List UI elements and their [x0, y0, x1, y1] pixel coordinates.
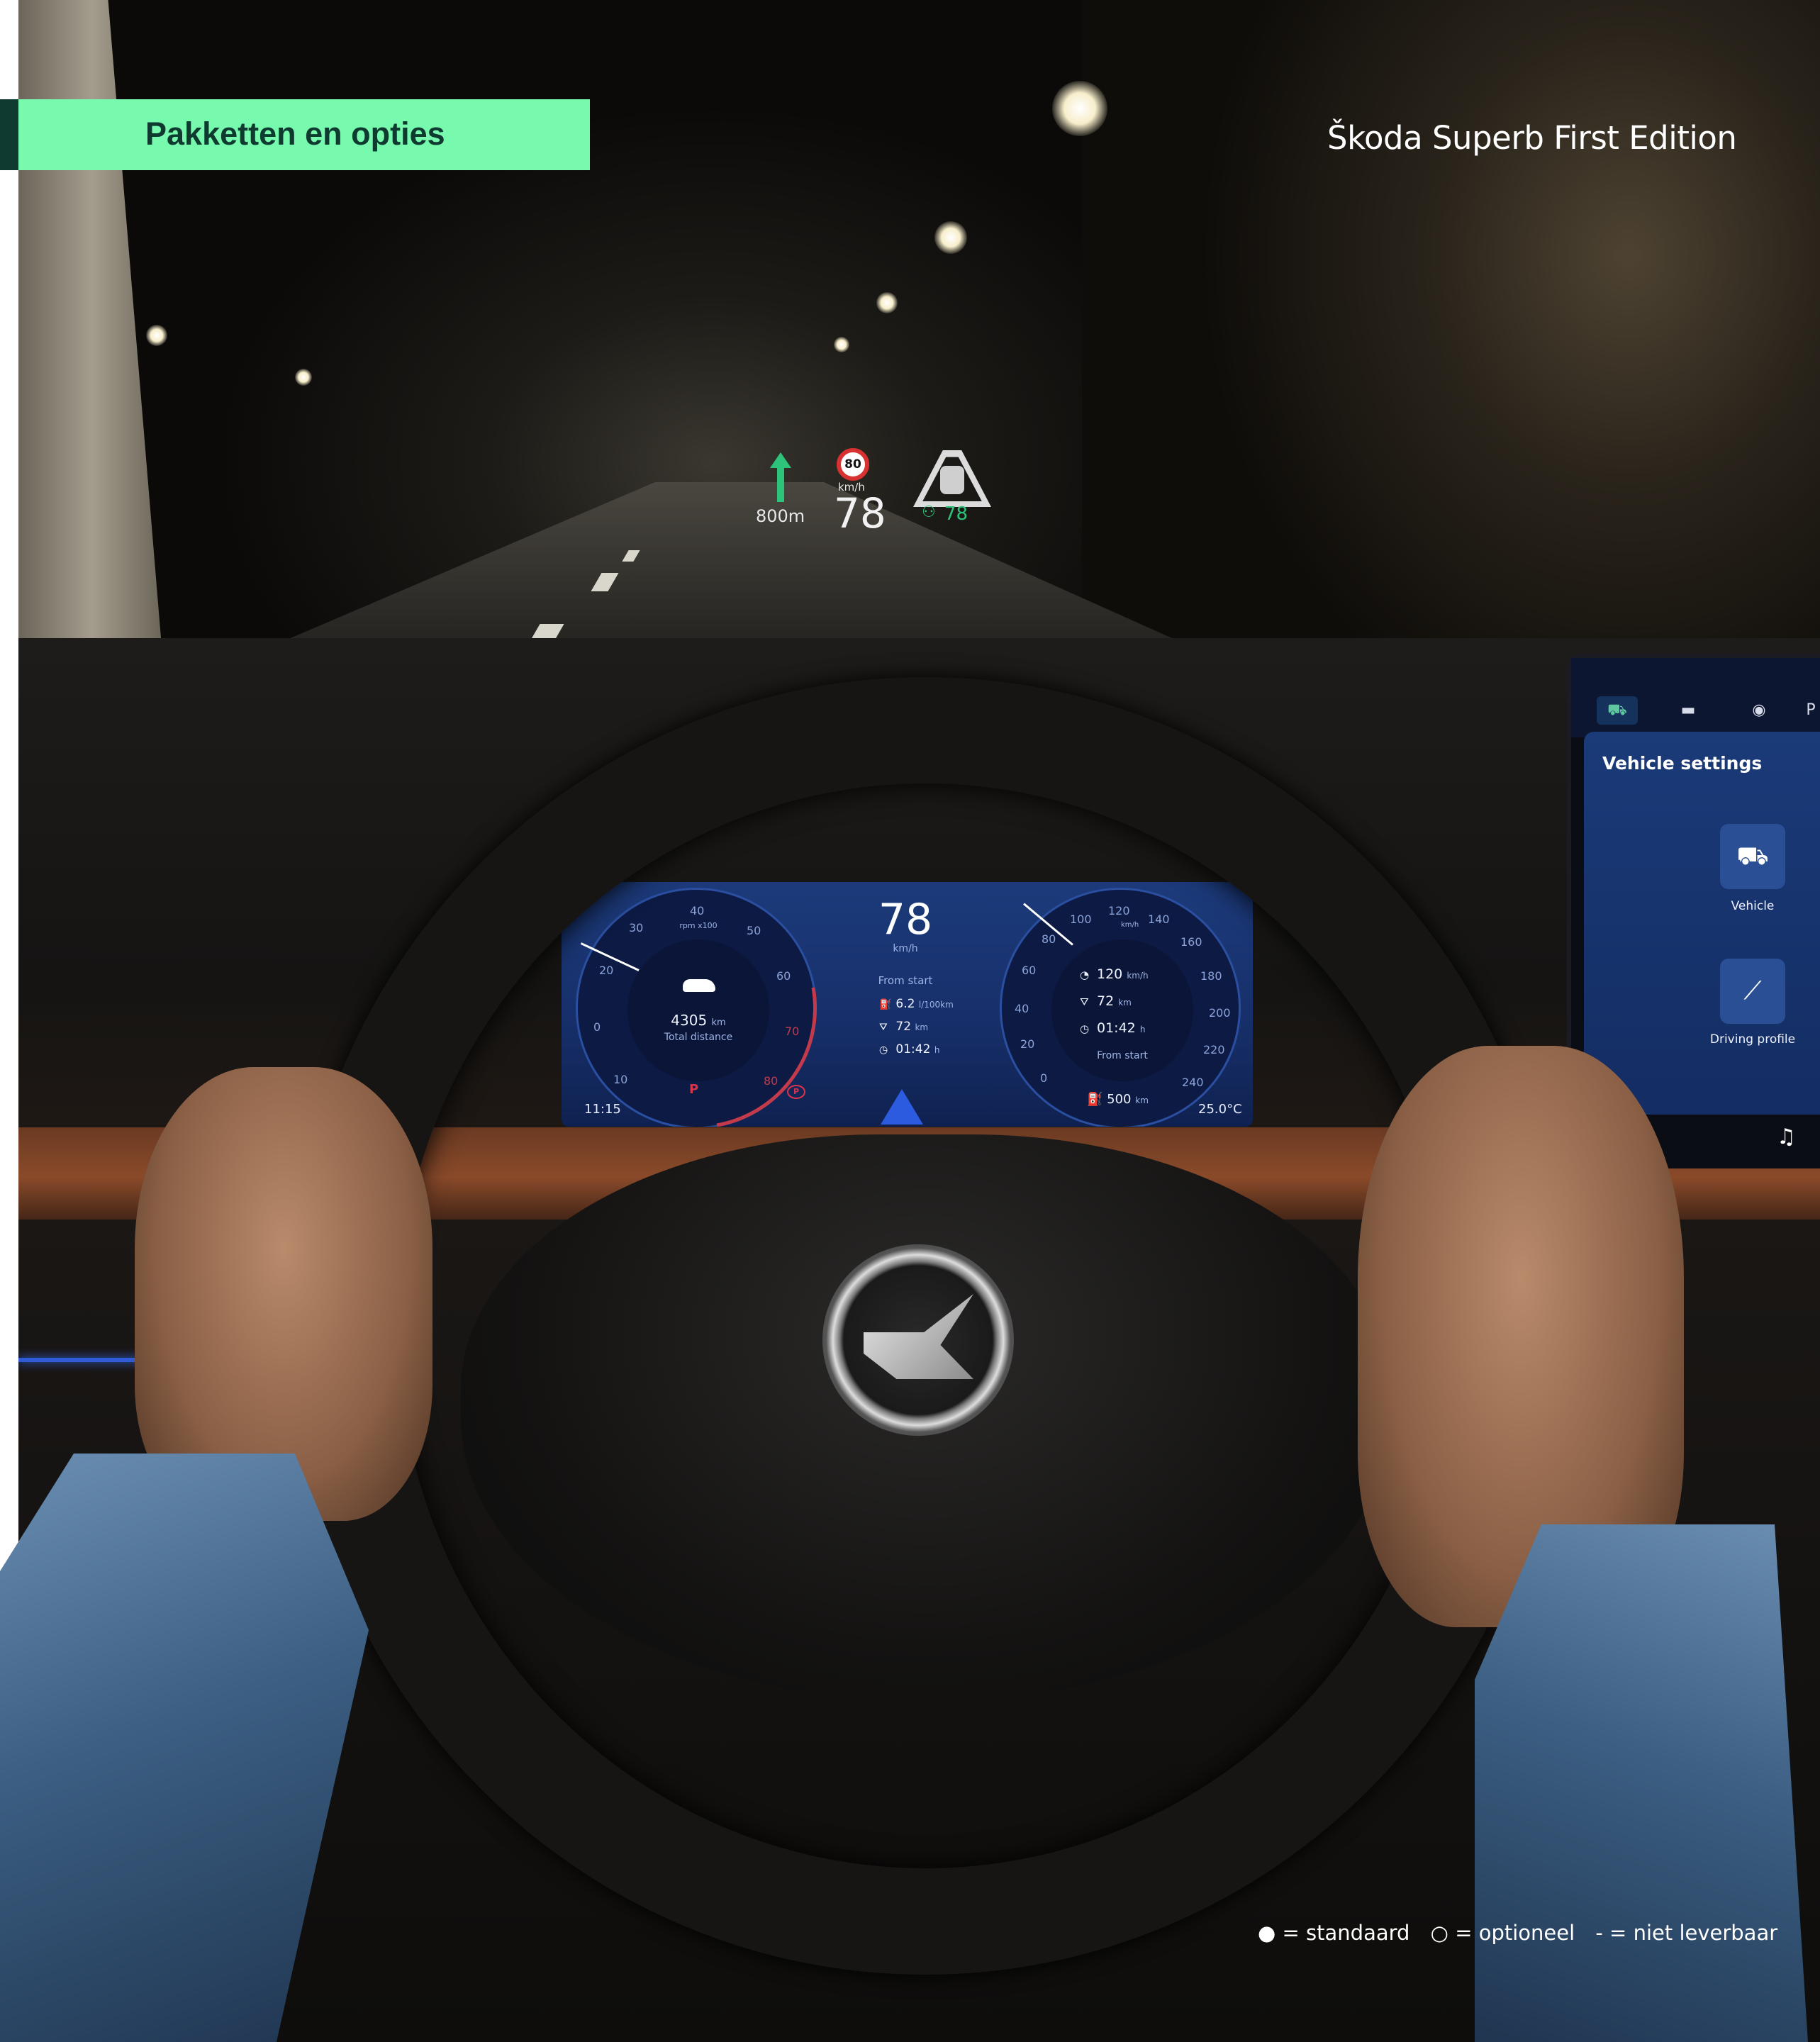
navigation-arrow-icon	[770, 452, 791, 502]
availability-legend: ● = standaard ○ = optioneel - = niet lev…	[1258, 1921, 1792, 1945]
vehicle-tile-car-icon[interactable]: ⛟	[1720, 824, 1785, 889]
vehicle-tile-label: Vehicle	[1731, 899, 1775, 913]
right-arm	[1475, 1524, 1808, 2042]
legend-standard: ● = standaard	[1258, 1921, 1410, 1945]
vehicle-settings-panel: Vehicle settings ⛟ Vehicle ⟋ Driving pro…	[1584, 732, 1820, 1115]
driving-profile-tile-icon[interactable]: ⟋	[1720, 959, 1785, 1024]
tunnel-lamp	[146, 325, 167, 346]
tab-battery-icon[interactable]: ▬	[1668, 696, 1709, 725]
model-title: Škoda Superb First Edition	[1327, 119, 1737, 157]
legend-not-available: - = niet leverbaar	[1595, 1921, 1778, 1945]
tab-assist-icon[interactable]: ◉	[1738, 696, 1780, 725]
tunnel-lamp	[876, 292, 898, 313]
adaptive-cruise-icon: ⚇	[922, 503, 936, 521]
hud-speed: 78	[834, 489, 886, 537]
section-title: Pakketten en opties	[145, 116, 445, 152]
tunnel-lamp	[834, 337, 849, 352]
music-icon[interactable]: ♫	[1777, 1125, 1796, 1149]
tunnel-lamp	[1052, 81, 1107, 136]
hud-acc-speed: 78	[944, 503, 968, 525]
tab-vehicle-car-icon[interactable]: ⛟	[1597, 696, 1638, 725]
lane-assist-icon	[913, 450, 991, 507]
infotainment-tab-bar: ⛟ ▬ ◉ P	[1571, 658, 1820, 737]
head-up-display: 800m 80 km/h 78 ⚇ 78	[752, 447, 1007, 539]
tunnel-lamp	[295, 369, 312, 386]
section-header-edge	[0, 99, 18, 170]
tunnel-lamp	[934, 221, 967, 254]
legend-optional: ○ = optioneel	[1430, 1921, 1575, 1945]
driving-profile-tile-label: Driving profile	[1709, 1032, 1796, 1047]
hud-distance: 800m	[756, 506, 805, 526]
left-hand	[135, 1067, 432, 1521]
speed-limit-sign: 80	[837, 448, 869, 481]
panel-title: Vehicle settings	[1602, 753, 1763, 774]
tab-parking-icon[interactable]: P	[1797, 696, 1820, 725]
tunnel-wall	[1082, 0, 1820, 638]
